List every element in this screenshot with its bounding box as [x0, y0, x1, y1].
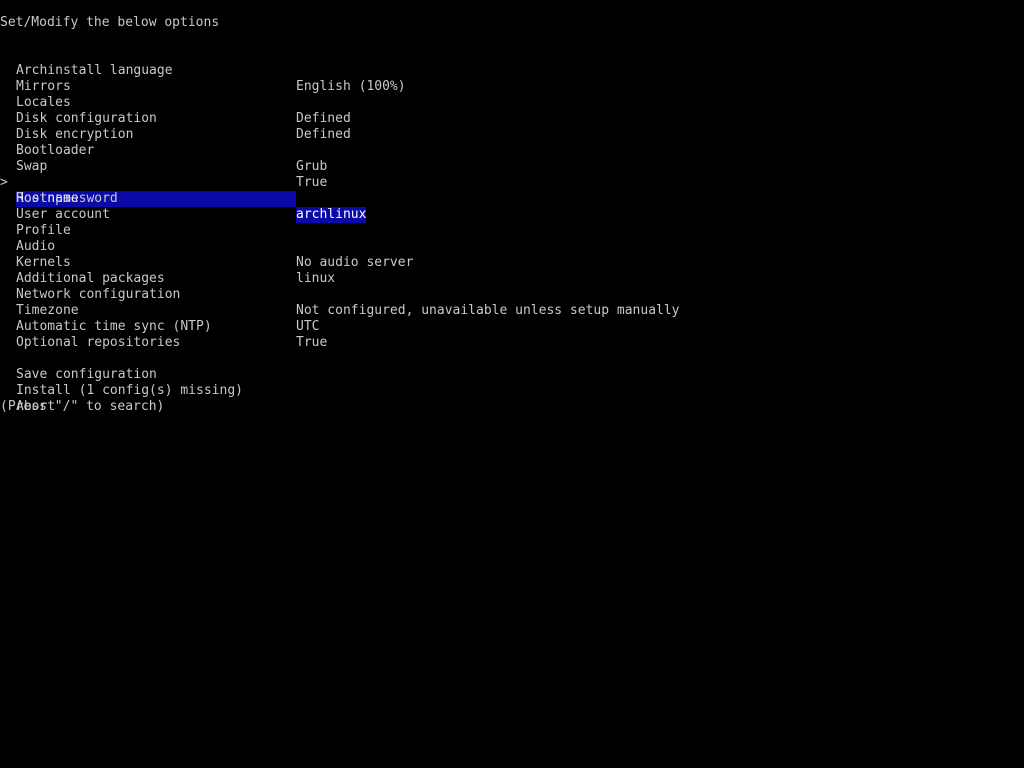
- menu-item-disk-encryption[interactable]: Disk encryption: [0, 111, 1024, 142]
- menu-item-additional-packages[interactable]: Additional packages: [0, 255, 1024, 286]
- menu-item-optional-repositories[interactable]: Optional repositories: [0, 319, 1024, 350]
- menu-item-network-configuration[interactable]: Network configuration Not configured, un…: [0, 271, 1024, 318]
- menu-item-label: Optional repositories: [16, 335, 181, 350]
- menu-item-bootloader[interactable]: Bootloader Grub: [0, 127, 1024, 174]
- menu-item-kernels[interactable]: Kernels linux: [0, 239, 1024, 286]
- search-hint: (Press "/" to search): [0, 399, 165, 414]
- menu-item-hostname[interactable]: > Hostname archlinux: [0, 159, 1024, 223]
- menu-item-profile[interactable]: Profile: [0, 207, 1024, 238]
- page-title: Set/Modify the below options: [0, 15, 220, 30]
- menu-item-swap[interactable]: Swap True: [0, 143, 1024, 190]
- menu-item-root-password[interactable]: Root password: [0, 175, 1024, 206]
- menu-item-user-account[interactable]: User account: [0, 191, 1024, 222]
- menu-item-automatic-time-sync[interactable]: Automatic time sync (NTP) True: [0, 303, 1024, 350]
- menu-item-disk-configuration[interactable]: Disk configuration Defined: [0, 95, 1024, 142]
- menu-item-value: True: [296, 335, 328, 350]
- abort-button[interactable]: Abort: [0, 383, 1024, 414]
- install-button[interactable]: Install (1 config(s) missing): [0, 367, 1024, 398]
- save-configuration-button[interactable]: Save configuration: [0, 351, 1024, 382]
- menu-item-locales[interactable]: Locales Defined: [0, 79, 1024, 126]
- menu-item-audio[interactable]: Audio No audio server: [0, 223, 1024, 270]
- menu-item-timezone[interactable]: Timezone UTC: [0, 287, 1024, 334]
- menu-item-mirrors[interactable]: Mirrors: [0, 63, 1024, 94]
- menu-item-archinstall-language[interactable]: Archinstall language English (100%): [0, 47, 1024, 94]
